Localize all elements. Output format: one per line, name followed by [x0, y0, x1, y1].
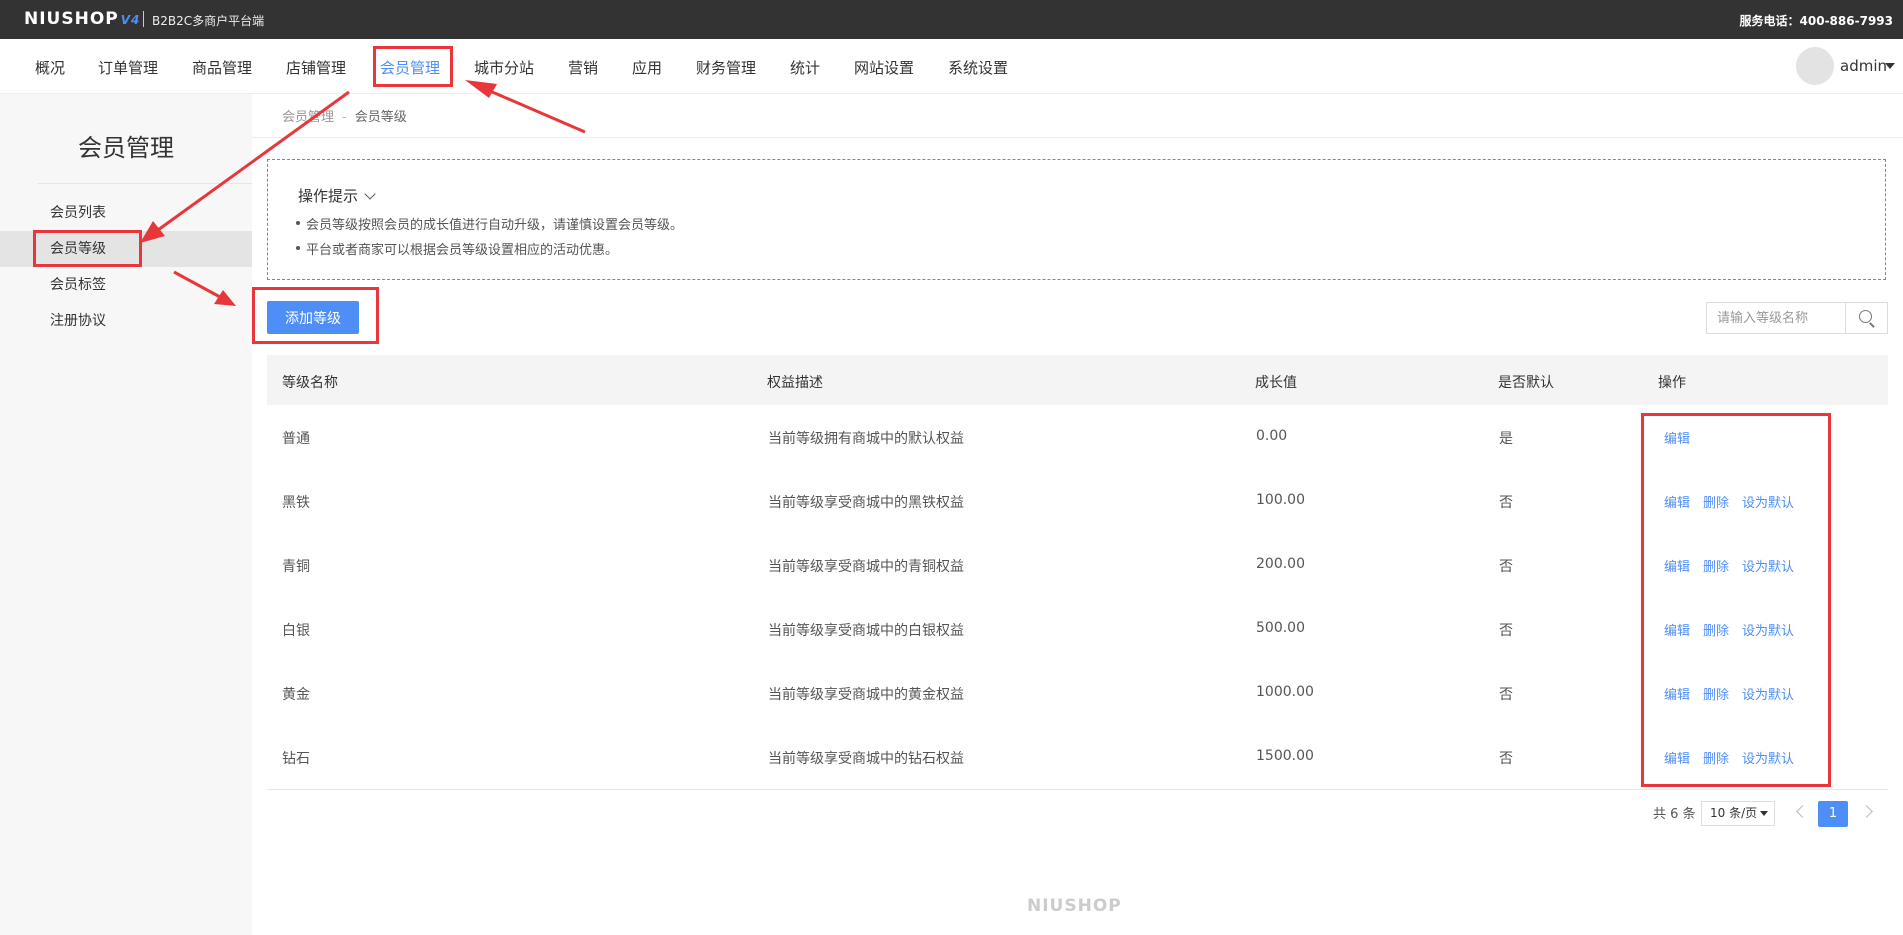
annotation-arrow-sidebar: [157, 90, 350, 232]
annotation-arrow-add: [173, 270, 221, 299]
annotation-arrowhead-nav: [465, 80, 497, 98]
annotation-arrowhead-add: [214, 290, 236, 306]
annotation-arrow-nav: [489, 89, 586, 134]
annotation-arrowhead-sidebar: [140, 221, 165, 243]
annotation-arrows: [140, 80, 586, 306]
